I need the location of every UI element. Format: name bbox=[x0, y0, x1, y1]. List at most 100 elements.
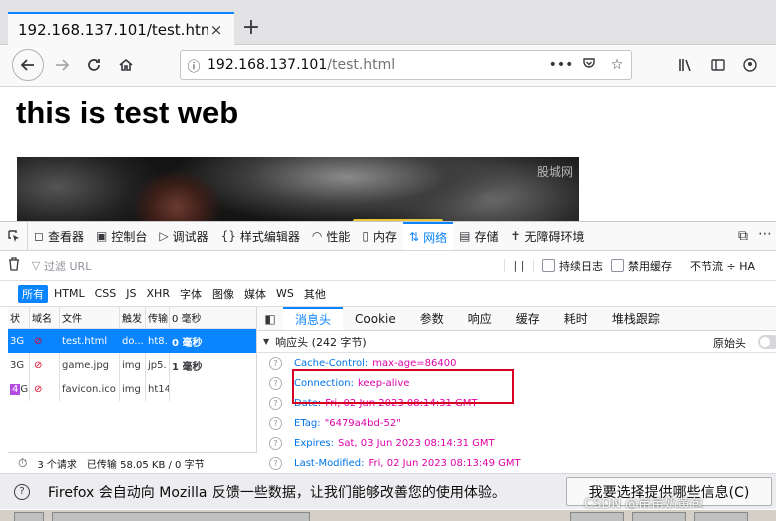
type-other-button[interactable]: 其他 bbox=[300, 285, 330, 303]
expand-caret-icon[interactable]: ▼ bbox=[263, 337, 269, 346]
page-actions-icon[interactable]: ••• bbox=[547, 57, 575, 73]
request-row[interactable]: 3 G ⊘ test.html do... ht 8. 0 毫秒 bbox=[8, 329, 256, 353]
tab-performance[interactable]: ◠ 性能 bbox=[306, 222, 357, 250]
header-name: Last-Modified: bbox=[294, 457, 365, 469]
column-transferred[interactable]: 传输 bbox=[146, 307, 170, 328]
tab-stack-trace[interactable]: 堆栈跟踪 bbox=[600, 307, 672, 330]
type-css-button[interactable]: CSS bbox=[91, 286, 121, 301]
column-waterfall[interactable]: 0 毫秒 bbox=[170, 307, 240, 328]
column-cause[interactable]: 触发 bbox=[120, 307, 146, 328]
type-font-button[interactable]: 字体 bbox=[176, 285, 206, 303]
tab-console[interactable]: ▣ 控制台 bbox=[90, 222, 153, 250]
tab-response[interactable]: 响应 bbox=[456, 307, 504, 330]
clear-trash-icon[interactable] bbox=[0, 256, 28, 275]
dock-side-icon[interactable]: ⧉ bbox=[738, 228, 748, 244]
info-icon[interactable]: ⓘ bbox=[181, 56, 207, 75]
size-value: 5. bbox=[157, 359, 167, 371]
tab-label: 样式编辑器 bbox=[239, 229, 300, 244]
help-icon[interactable]: ? bbox=[269, 356, 282, 370]
type-ws-button[interactable]: WS bbox=[272, 286, 298, 301]
help-icon[interactable]: ? bbox=[269, 416, 282, 430]
tab-cookie[interactable]: Cookie bbox=[343, 307, 408, 330]
new-tab-button[interactable]: + bbox=[240, 14, 262, 42]
tab-cache[interactable]: 缓存 bbox=[504, 307, 552, 330]
url-text[interactable]: 192.168.137.101/test.html bbox=[207, 57, 547, 73]
tab-headers[interactable]: 消息头 bbox=[283, 307, 344, 330]
size-value: 8. bbox=[158, 335, 168, 347]
tab-label: 调试器 bbox=[172, 229, 209, 244]
request-row[interactable]: 4 G ⊘ favicon.ico img ht 14 bbox=[8, 377, 256, 401]
tab-accessibility[interactable]: ✝ 无障碍环境 bbox=[504, 222, 590, 250]
details-tabs: ◧ 消息头 Cookie 参数 响应 缓存 耗时 堆栈跟踪 bbox=[257, 307, 776, 331]
type-image-button[interactable]: 图像 bbox=[208, 285, 238, 303]
request-type: ht 14 bbox=[146, 377, 170, 401]
url-bar[interactable]: ⓘ 192.168.137.101/test.html ••• ☆ bbox=[180, 50, 632, 80]
request-cause: img bbox=[120, 353, 146, 377]
tab-network[interactable]: ⇅ 网络 bbox=[403, 222, 454, 250]
header-name: Expires: bbox=[294, 437, 334, 449]
filter-url-input[interactable]: 过滤 URL bbox=[44, 258, 504, 274]
taskbar-item[interactable] bbox=[632, 512, 686, 521]
reload-button[interactable] bbox=[80, 51, 108, 79]
header-value: max-age=86400 bbox=[372, 357, 457, 369]
tab-debugger[interactable]: ▷ 调试器 bbox=[153, 222, 214, 250]
request-domain: ⊘ bbox=[30, 377, 60, 401]
network-filter-bar: ▽ 过滤 URL | | 持续日志 禁用缓存 不节流 ÷ HA bbox=[0, 251, 776, 281]
forward-button[interactable] bbox=[48, 51, 76, 79]
element-picker-icon[interactable] bbox=[0, 222, 28, 250]
raw-headers-toggle[interactable] bbox=[758, 335, 776, 349]
help-icon[interactable]: ? bbox=[269, 436, 282, 450]
checkbox-box[interactable] bbox=[542, 259, 555, 272]
home-button[interactable] bbox=[112, 51, 140, 79]
bookmark-star-icon[interactable]: ☆ bbox=[603, 57, 631, 73]
browser-tab[interactable]: 192.168.137.101/test.html × bbox=[8, 12, 234, 45]
tab-params[interactable]: 参数 bbox=[408, 307, 456, 330]
accessibility-icon: ✝ bbox=[510, 229, 521, 243]
type-xhr-button[interactable]: XHR bbox=[143, 286, 174, 301]
column-domain[interactable]: 域名 bbox=[30, 307, 60, 328]
help-icon[interactable]: ? bbox=[269, 456, 282, 470]
performance-clock-icon[interactable]: ⏱ bbox=[18, 456, 27, 471]
pause-button[interactable]: | | bbox=[504, 259, 534, 272]
persist-log-checkbox[interactable]: 持续日志 bbox=[542, 258, 603, 274]
column-file[interactable]: 文件 bbox=[60, 307, 120, 328]
request-domain: ⊘ bbox=[30, 329, 60, 353]
throttling-select[interactable]: 不节流 ÷ HA bbox=[690, 258, 755, 274]
taskbar-item[interactable] bbox=[570, 512, 624, 521]
disable-cache-checkbox[interactable]: 禁用缓存 bbox=[611, 258, 672, 274]
tab-label: 内存 bbox=[373, 229, 398, 244]
sidebar-icon[interactable] bbox=[704, 51, 732, 79]
column-status[interactable]: 状 bbox=[8, 307, 30, 328]
more-options-icon[interactable]: ⋯ bbox=[758, 226, 772, 242]
account-icon[interactable] bbox=[736, 51, 764, 79]
header-row: ? ETag: "6479a4bd-52" bbox=[257, 413, 776, 433]
request-details-panel: ◧ 消息头 Cookie 参数 响应 缓存 耗时 堆栈跟踪 ▼ 响应头 (242… bbox=[257, 307, 776, 474]
type-media-button[interactable]: 媒体 bbox=[240, 285, 270, 303]
header-value: Sat, 03 Jun 2023 08:14:31 GMT bbox=[338, 437, 495, 449]
taskbar-item[interactable] bbox=[694, 512, 748, 521]
tab-label: 控制台 bbox=[111, 229, 148, 244]
help-icon[interactable]: ? bbox=[269, 376, 282, 390]
request-type-filter: 所有 HTML CSS JS XHR 字体 图像 媒体 WS 其他 bbox=[0, 281, 776, 307]
type-html-button[interactable]: HTML bbox=[50, 286, 89, 301]
os-taskbar bbox=[0, 509, 776, 521]
tab-style-editor[interactable]: {} 样式编辑器 bbox=[215, 222, 306, 250]
tab-memory[interactable]: ▯ 内存 bbox=[356, 222, 403, 250]
tab-storage[interactable]: ▤ 存储 bbox=[453, 222, 504, 250]
back-button[interactable] bbox=[12, 49, 44, 81]
response-headers-section[interactable]: ▼ 响应头 (242 字节) 原始头 bbox=[257, 331, 776, 353]
library-icon[interactable] bbox=[672, 51, 700, 79]
tab-inspector[interactable]: ◻ 查看器 bbox=[28, 222, 90, 250]
request-row[interactable]: 3 G ⊘ game.jpg img jp 5. 1 毫秒 bbox=[8, 353, 256, 377]
tab-timings[interactable]: 耗时 bbox=[552, 307, 600, 330]
type-js-button[interactable]: JS bbox=[122, 286, 140, 301]
help-icon[interactable]: ? bbox=[269, 396, 282, 410]
checkbox-box[interactable] bbox=[611, 259, 624, 272]
pocket-icon[interactable] bbox=[575, 56, 603, 74]
close-tab-icon[interactable]: × bbox=[208, 21, 224, 39]
taskbar-item[interactable] bbox=[14, 512, 44, 521]
taskbar-item[interactable] bbox=[52, 512, 310, 521]
type-all-button[interactable]: 所有 bbox=[18, 284, 48, 303]
toggle-panel-icon[interactable]: ◧ bbox=[257, 307, 283, 330]
request-timing bbox=[170, 377, 240, 401]
